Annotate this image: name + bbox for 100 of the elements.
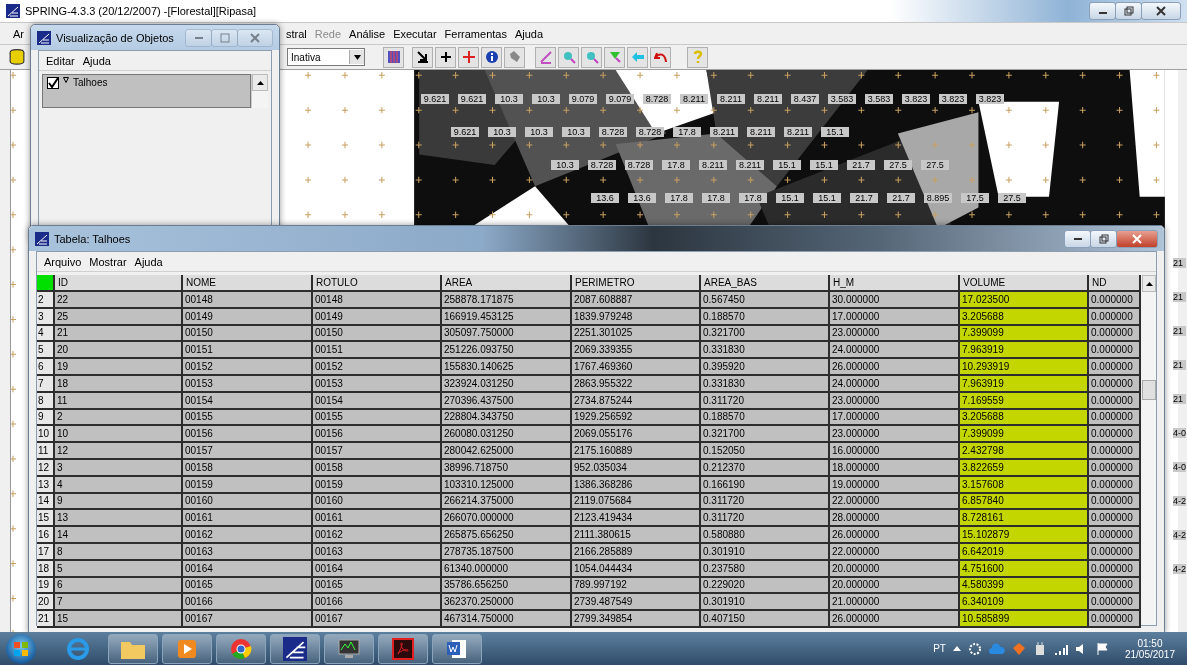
map-label: 17.5 xyxy=(961,193,989,203)
table-cell: 00161 xyxy=(183,510,313,528)
minimize-button[interactable] xyxy=(1089,2,1116,20)
close-button[interactable] xyxy=(1141,2,1181,20)
row-header[interactable]: 16 xyxy=(37,527,55,544)
table-cell: 00166 xyxy=(313,594,442,612)
column-header[interactable]: H_M xyxy=(830,275,960,292)
monitor-icon xyxy=(336,637,362,660)
row-header[interactable]: 6 xyxy=(37,359,55,376)
map-label: 8.211 xyxy=(784,127,812,137)
table-cell: 00148 xyxy=(183,292,313,309)
language-indicator[interactable]: PT xyxy=(933,643,946,654)
table-cell: 0.000000 xyxy=(1089,426,1141,444)
arrow-down-right-icon xyxy=(415,50,430,64)
menu-item[interactable]: Mostrar xyxy=(85,255,131,268)
menu-item[interactable]: Executar xyxy=(389,27,441,40)
map-label: 4-2 xyxy=(1173,530,1186,540)
restore-button[interactable] xyxy=(1090,229,1117,248)
column-header[interactable]: AREA xyxy=(442,275,572,292)
table-cell: 0.000000 xyxy=(1089,443,1141,460)
grid-icon xyxy=(386,50,401,64)
start-button[interactable] xyxy=(6,633,36,664)
row-header[interactable]: 15 xyxy=(37,510,55,528)
table-cell: 24.000000 xyxy=(830,342,960,360)
minimize-icon xyxy=(1073,237,1082,240)
arrow-left-icon xyxy=(630,50,645,64)
table-cell: 8.728161 xyxy=(960,510,1089,528)
menu-item[interactable]: Ajuda xyxy=(130,255,167,268)
menu-item[interactable]: stral xyxy=(282,27,311,40)
scrollbar[interactable] xyxy=(1142,275,1156,625)
row-header[interactable]: 5 xyxy=(37,342,55,360)
column-header[interactable]: NOME xyxy=(183,275,313,292)
row-header[interactable]: 11 xyxy=(37,443,55,460)
column-header[interactable]: ROTULO xyxy=(313,275,442,292)
table-cell: 00151 xyxy=(183,342,313,360)
table-cell: 1767.469360 xyxy=(572,359,701,376)
map-label: 9.621 xyxy=(421,94,449,104)
table-cell: 7 xyxy=(55,594,183,612)
column-header[interactable]: ID xyxy=(55,275,183,292)
map-label: 17.8 xyxy=(702,193,730,203)
map-label: 8.437 xyxy=(791,94,819,104)
column-header[interactable]: AREA_BAS xyxy=(701,275,830,292)
zoom-in-icon xyxy=(561,50,576,64)
map-label: 17.8 xyxy=(662,160,690,170)
row-header[interactable]: 20 xyxy=(37,594,55,612)
column-header[interactable]: PERIMETRO xyxy=(572,275,701,292)
minimize-icon xyxy=(194,36,203,39)
table-cell: 7.399099 xyxy=(960,426,1089,444)
map-label: 17.8 xyxy=(673,127,701,137)
menu-item[interactable]: Ar xyxy=(9,27,28,40)
toolbar-button[interactable] xyxy=(435,46,456,68)
menu-item[interactable]: Análise xyxy=(345,27,390,40)
table-cell: 00156 xyxy=(183,426,313,444)
undo-arrow-icon xyxy=(653,50,668,64)
table-cell: 10.293919 xyxy=(960,359,1089,376)
scrollbar[interactable] xyxy=(251,74,268,108)
caret-icon xyxy=(353,54,361,60)
mode-select[interactable]: Inativa xyxy=(287,48,365,66)
window-title: SPRING-4.3.3 (20/12/2007) -[Florestal][Ripasa] xyxy=(25,5,258,17)
restore-button[interactable] xyxy=(1115,2,1142,20)
map-label: 13.6 xyxy=(591,193,619,203)
toolbar-button[interactable] xyxy=(481,46,502,68)
select-all-corner[interactable] xyxy=(37,275,55,292)
table-cell: 10.585899 xyxy=(960,611,1089,628)
toolbar-button[interactable] xyxy=(412,46,433,68)
app-icon xyxy=(35,231,49,246)
column-header[interactable]: ND xyxy=(1089,275,1141,292)
table-cell: 00162 xyxy=(313,527,442,544)
row-header[interactable]: 2 xyxy=(37,292,55,309)
table-cell: 260080.031250 xyxy=(442,426,572,444)
table-cell: 258878.171875 xyxy=(442,292,572,309)
pdf-icon xyxy=(392,637,414,660)
map-label: 21 xyxy=(1173,394,1186,404)
menu-item[interactable]: Ajuda xyxy=(510,27,548,40)
table-cell: 266070.000000 xyxy=(442,510,572,528)
menu-item[interactable]: Arquivo xyxy=(40,255,86,268)
table-cell: 0.301910 xyxy=(701,594,830,612)
table-cell: 2123.419434 xyxy=(572,510,701,528)
minimize-button[interactable] xyxy=(1064,229,1091,248)
menu-item[interactable]: Ajuda xyxy=(78,54,115,67)
gear-icon xyxy=(967,641,982,656)
taskbar-button[interactable] xyxy=(270,633,320,664)
chevron-up-icon xyxy=(952,646,961,651)
list-item[interactable]: Talhoes xyxy=(73,77,108,88)
map-label: 8.728 xyxy=(636,127,664,137)
map-label: 8.728 xyxy=(588,160,616,170)
taskbar-button[interactable] xyxy=(324,633,374,664)
menu-item[interactable]: Ferramentas xyxy=(440,27,511,40)
column-header[interactable]: VOLUME xyxy=(960,275,1089,292)
taskbar-button[interactable] xyxy=(432,633,482,664)
row-header[interactable]: 21 xyxy=(37,611,55,628)
scrollbar-thumb[interactable] xyxy=(1142,380,1156,400)
taskbar-button[interactable] xyxy=(378,633,428,664)
row-header[interactable]: 10 xyxy=(37,426,55,444)
map-label: 8.211 xyxy=(680,94,708,104)
menu-item[interactable]: Editar xyxy=(42,54,79,67)
table-cell: 0.395920 xyxy=(701,359,830,376)
taskbar-button[interactable] xyxy=(162,633,212,664)
clock-date: 21/05/2017 xyxy=(1124,648,1175,660)
clock[interactable]: 01:50 21/05/2017 xyxy=(1124,637,1175,660)
